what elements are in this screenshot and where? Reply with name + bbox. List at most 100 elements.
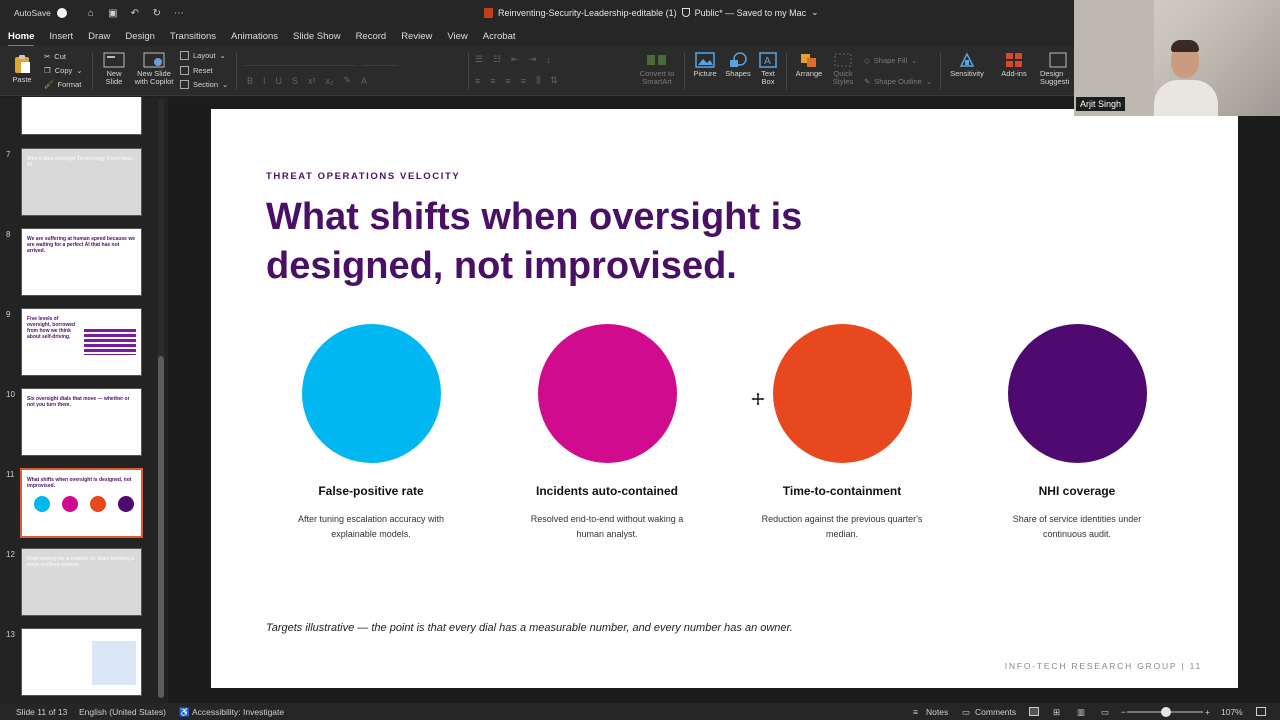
new-slide-button[interactable]: New Slide [99, 52, 129, 86]
slide-thumbnail[interactable] [21, 97, 142, 135]
tab-home[interactable]: Home [8, 31, 35, 47]
zoom-slider-knob[interactable] [1161, 707, 1171, 717]
layout-button[interactable]: Layout ⌄ [180, 51, 226, 60]
strikethrough-icon[interactable]: S [292, 76, 298, 86]
line-spacing-icon[interactable]: ↕ [546, 55, 551, 65]
save-icon[interactable]: ▣ [107, 8, 119, 19]
accessibility-status[interactable]: Accessibility: Investigate [192, 707, 284, 717]
tab-draw[interactable]: Draw [88, 31, 110, 42]
slide-thumbnail[interactable] [21, 628, 142, 696]
section-button[interactable]: Section ⌄ [180, 80, 228, 89]
metric-nhi-coverage[interactable]: NHI coverage Share of service identities… [972, 324, 1182, 542]
align-left-icon[interactable]: ≡ [475, 76, 480, 86]
columns-icon[interactable]: ⫼ [536, 75, 540, 86]
slide-sorter-icon[interactable]: ⊞ [1053, 707, 1060, 718]
metric-circle[interactable] [1007, 324, 1147, 463]
bold-icon[interactable]: B [247, 76, 253, 86]
comments-icon[interactable]: ▭ [962, 707, 970, 718]
tab-animations[interactable]: Animations [231, 31, 278, 42]
tab-review[interactable]: Review [401, 31, 432, 42]
notes-icon[interactable]: ≡ [913, 707, 918, 717]
decrease-indent-icon[interactable]: ⇤ [511, 54, 519, 65]
current-slide[interactable]: THREAT OPERATIONS VELOCITY What shifts w… [211, 109, 1238, 688]
text-direction-icon[interactable]: ⇅ [550, 75, 558, 86]
notes-button[interactable]: Notes [926, 707, 948, 717]
reading-view-icon[interactable]: ▥ [1077, 707, 1085, 718]
tab-transitions[interactable]: Transitions [170, 31, 216, 42]
slide-thumbnail[interactable]: Six oversight dials that move — whether … [21, 388, 142, 456]
slide-title[interactable]: What shifts when oversight is designed, … [266, 193, 966, 291]
slide-show-icon[interactable]: ▭ [1101, 707, 1109, 718]
tab-view[interactable]: View [447, 31, 467, 42]
slide-thumbnail[interactable]: We are suffering at human speed because … [21, 228, 142, 296]
zoom-out-icon[interactable]: − [1121, 707, 1126, 717]
zoom-level[interactable]: 107% [1221, 707, 1243, 717]
zoom-slider[interactable] [1127, 707, 1203, 717]
more-icon[interactable]: ⋯ [173, 8, 185, 19]
shape-fill-button[interactable]: ◇ Shape Fill ⌄ [864, 56, 917, 65]
shapes-button[interactable]: Shapes [723, 52, 753, 78]
underline-icon[interactable]: U [276, 76, 283, 86]
accessibility-icon[interactable]: ♿ [179, 707, 190, 718]
add-ins-button[interactable]: Add-ins [998, 52, 1030, 78]
format-painter-button[interactable]: 🖌 Format [44, 80, 81, 89]
metric-circle[interactable] [537, 324, 677, 463]
metric-incidents-auto-contained[interactable]: Incidents auto-contained Resolved end-to… [502, 324, 712, 542]
comments-button[interactable]: Comments [975, 707, 1016, 717]
video-call-overlay[interactable]: Arjit Singh [1074, 0, 1280, 116]
tab-acrobat[interactable]: Acrobat [483, 31, 516, 42]
arrange-button[interactable]: Arrange [793, 52, 825, 78]
slide-thumbnail[interactable]: What shifts when oversight is designed, … [20, 468, 143, 538]
language-indicator[interactable]: English (United States) [79, 707, 166, 717]
metric-false-positive-rate[interactable]: False-positive rate After tuning escalat… [266, 324, 476, 542]
shapes-label: Shapes [725, 69, 751, 78]
slide-thumbnail[interactable]: Five levels of oversight, borrowed from … [21, 308, 142, 376]
metric-time-to-containment[interactable]: Time-to-containment Reduction against th… [737, 324, 947, 542]
increase-indent-icon[interactable]: ⇥ [529, 54, 537, 65]
cut-button[interactable]: ✂ Cut [44, 52, 66, 61]
reset-button[interactable]: Reset [180, 66, 213, 75]
quick-styles-button[interactable]: Quick Styles [829, 52, 857, 86]
highlight-icon[interactable]: ✎ [344, 75, 352, 86]
copy-button[interactable]: ❐ Copy ⌄ [44, 66, 83, 75]
convert-smartart-button[interactable]: Convert to SmartArt [634, 52, 680, 86]
fit-to-window-icon[interactable] [1256, 707, 1266, 716]
thumbnails-scrollbar[interactable] [158, 100, 164, 698]
text-box-button[interactable]: A Text Box [756, 52, 780, 86]
align-center-icon[interactable]: ≡ [490, 76, 495, 86]
align-right-icon[interactable]: ≡ [506, 76, 511, 86]
autosave-toggle[interactable] [56, 8, 67, 18]
scrollbar-knob[interactable] [158, 356, 164, 698]
slide-thumbnail[interactable]: Stop waiting for a smarter AI. Start bui… [21, 548, 142, 616]
subscript-icon[interactable]: x₂ [326, 76, 334, 86]
font-color-icon[interactable]: A [361, 76, 367, 86]
zoom-in-icon[interactable]: + [1205, 707, 1210, 717]
home-icon[interactable]: ⌂ [85, 8, 97, 19]
tab-slide-show[interactable]: Slide Show [293, 31, 341, 42]
designer-button[interactable]: Design Suggesti [1040, 52, 1076, 86]
document-title-area[interactable]: Reinventing-Security-Leadership-editable… [484, 7, 819, 18]
tab-insert[interactable]: Insert [49, 31, 73, 42]
font-size-dropdown[interactable] [362, 54, 398, 66]
italic-icon[interactable]: I [263, 76, 266, 86]
numbering-icon[interactable]: ☷ [493, 54, 501, 65]
bullets-icon[interactable]: ☰ [475, 54, 483, 65]
sensitivity-button[interactable]: Sensitivity [947, 52, 987, 78]
font-name-dropdown[interactable] [244, 54, 356, 66]
tab-record[interactable]: Record [356, 31, 387, 42]
undo-icon[interactable]: ↶ [129, 8, 141, 19]
new-slide-copilot-button[interactable]: New Slide with Copilot [132, 52, 176, 86]
normal-view-icon[interactable] [1029, 707, 1039, 716]
shape-outline-button[interactable]: ✎ Shape Outline ⌄ [864, 77, 932, 86]
justify-icon[interactable]: ≡ [521, 76, 526, 86]
metric-circle[interactable] [301, 324, 441, 463]
slide-footnote[interactable]: Targets illustrative — the point is that… [266, 622, 793, 634]
tab-design[interactable]: Design [125, 31, 155, 42]
slide-eyebrow[interactable]: THREAT OPERATIONS VELOCITY [266, 171, 460, 182]
redo-icon[interactable]: ↻ [151, 8, 163, 19]
paste-button[interactable]: Paste [8, 54, 36, 84]
superscript-icon[interactable]: x² [308, 76, 316, 86]
picture-button[interactable]: Picture [690, 52, 720, 78]
metric-circle[interactable] [772, 324, 912, 463]
slide-thumbnail[interactable]: Why it also amongst Technology. Don't tr… [21, 148, 142, 216]
